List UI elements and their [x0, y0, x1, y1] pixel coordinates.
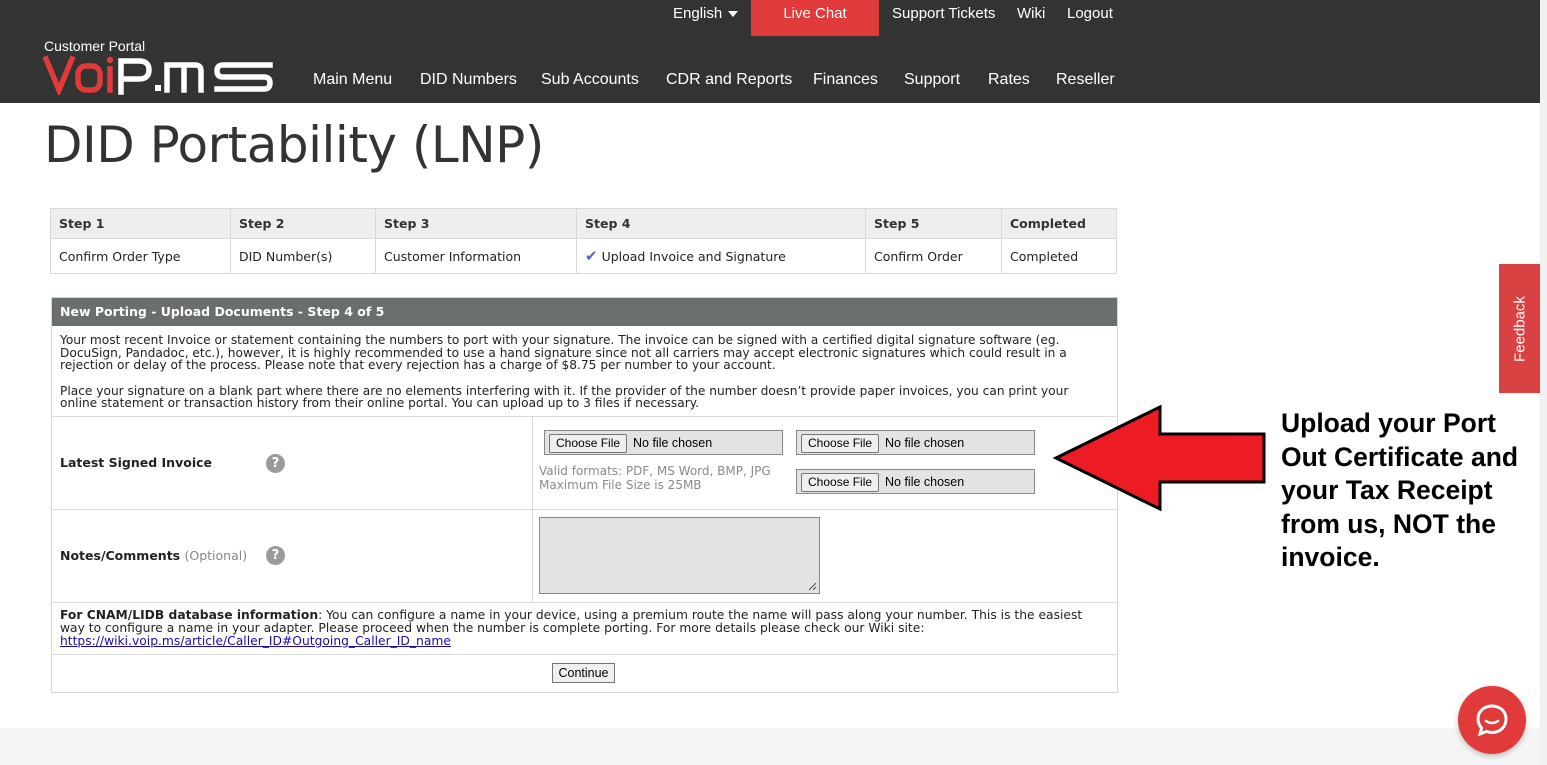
divider: [52, 509, 1117, 510]
help-icon[interactable]: ?: [266, 454, 285, 473]
nav-rates[interactable]: Rates: [988, 71, 1030, 89]
step-header: Completed: [1001, 208, 1117, 239]
steps-table: Step 1 Step 2 Step 3 Step 4 Step 5 Compl…: [50, 208, 1117, 274]
chat-widget-button[interactable]: [1458, 686, 1526, 754]
main-nav: Main Menu DID Numbers Sub Accounts CDR a…: [0, 71, 1540, 91]
upload-documents-panel: New Porting - Upload Documents - Step 4 …: [51, 297, 1118, 693]
steps-value-row: Confirm Order Type DID Number(s) Custome…: [50, 238, 1117, 274]
step-header: Step 1: [50, 208, 231, 239]
invoice-label: Latest Signed Invoice: [60, 455, 212, 470]
divider: [52, 654, 1117, 655]
caret-down-icon: [728, 11, 739, 18]
instructions-paragraph: Your most recent Invoice or statement co…: [60, 333, 1067, 372]
top-nav: English Live Chat Support Tickets Wiki L…: [0, 0, 1540, 36]
step-value: Confirm Order: [865, 238, 1002, 274]
max-file-size: Maximum File Size is 25MB: [539, 478, 702, 492]
steps-header-row: Step 1 Step 2 Step 3 Step 4 Step 5 Compl…: [50, 208, 1117, 239]
checkmark-icon: ✔: [585, 247, 598, 265]
file-status: No file chosen: [633, 436, 713, 450]
nav-cdr-and-reports[interactable]: CDR and Reports: [666, 71, 792, 89]
notes-label-text: Notes/Comments: [60, 548, 181, 563]
nav-finances[interactable]: Finances: [813, 71, 878, 89]
logout-link[interactable]: Logout: [1067, 5, 1113, 22]
red-arrow-annotation: [1052, 404, 1266, 512]
step-value: Customer Information: [375, 238, 577, 274]
valid-formats: Valid formats: PDF, MS Word, BMP, JPG: [539, 464, 771, 478]
chat-bubble-icon: [1476, 704, 1508, 737]
caller-id-wiki-link[interactable]: https://wiki.voip.ms/article/Caller_ID#O…: [60, 634, 451, 648]
file-input-3[interactable]: Choose File No file chosen: [796, 469, 1035, 494]
nav-reseller[interactable]: Reseller: [1056, 71, 1115, 89]
step-value-current: ✔ Upload Invoice and Signature: [576, 238, 866, 274]
file-status: No file chosen: [885, 475, 965, 489]
choose-file-button[interactable]: Choose File: [801, 473, 880, 492]
file-status: No file chosen: [885, 436, 965, 450]
file-input-1[interactable]: Choose File No file chosen: [544, 430, 783, 455]
footer-band: [0, 728, 1540, 765]
nav-did-numbers[interactable]: DID Numbers: [420, 71, 517, 89]
language-selector[interactable]: English: [673, 5, 739, 22]
file-input-2[interactable]: Choose File No file chosen: [796, 430, 1035, 455]
step-header: Step 2: [230, 208, 376, 239]
nav-main-menu[interactable]: Main Menu: [313, 71, 392, 89]
notes-textarea[interactable]: [539, 517, 820, 594]
site-header: English Live Chat Support Tickets Wiki L…: [0, 0, 1540, 103]
instructions: Your most recent Invoice or statement co…: [60, 334, 1105, 423]
continue-button[interactable]: Continue: [552, 663, 615, 683]
support-tickets-link[interactable]: Support Tickets: [892, 5, 995, 22]
wiki-link[interactable]: Wiki: [1017, 5, 1045, 22]
resize-grip-icon[interactable]: [807, 581, 817, 591]
live-chat-button[interactable]: Live Chat: [751, 0, 879, 36]
help-icon[interactable]: ?: [266, 546, 285, 565]
step-value: Completed: [1001, 238, 1117, 274]
file-requirements: Valid formats: PDF, MS Word, BMP, JPG Ma…: [539, 464, 771, 492]
panel-title: New Porting - Upload Documents - Step 4 …: [52, 298, 1117, 326]
divider: [52, 602, 1117, 603]
instructions-paragraph: Place your signature on a blank part whe…: [60, 383, 1069, 410]
step-value: Confirm Order Type: [50, 238, 231, 274]
choose-file-button[interactable]: Choose File: [801, 434, 880, 453]
feedback-label: Feedback: [1511, 295, 1528, 362]
language-label: English: [673, 5, 723, 22]
feedback-tab[interactable]: Feedback: [1499, 264, 1540, 393]
divider: [52, 416, 1117, 417]
step-header: Step 5: [865, 208, 1002, 239]
cnam-info: For CNAM/LIDB database information: You …: [60, 609, 1110, 647]
scrollbar[interactable]: [1540, 0, 1547, 765]
customer-portal-label: Customer Portal: [44, 38, 146, 54]
annotation-text: Upload your Port Out Certificate and you…: [1281, 408, 1519, 572]
choose-file-button[interactable]: Choose File: [549, 434, 628, 453]
step-value-label: Upload Invoice and Signature: [601, 249, 786, 264]
step-header: Step 4: [576, 208, 866, 239]
nav-sub-accounts[interactable]: Sub Accounts: [541, 71, 639, 89]
page-title: DID Portability (LNP): [44, 116, 544, 174]
optional-hint: (Optional): [184, 548, 248, 563]
notes-label: Notes/Comments (Optional): [60, 548, 247, 563]
step-value: DID Number(s): [230, 238, 376, 274]
step-header: Step 3: [375, 208, 577, 239]
nav-support[interactable]: Support: [904, 71, 960, 89]
